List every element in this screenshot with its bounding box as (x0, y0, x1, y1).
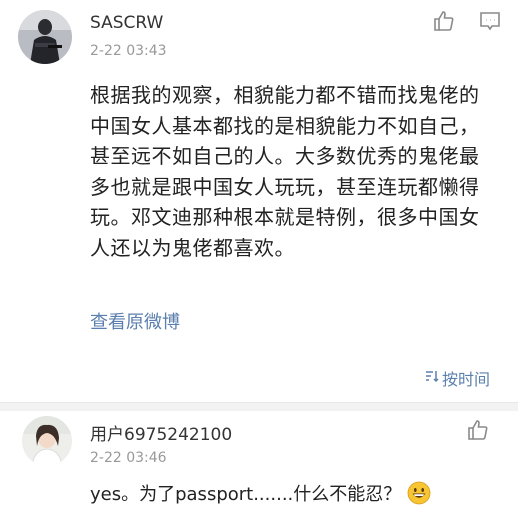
section-divider (0, 402, 518, 411)
reply-username[interactable]: 用户6975242100 (90, 420, 232, 445)
thumbs-up-icon[interactable] (430, 7, 458, 35)
comment-text: 根据我的观察，相貌能力都不错而找鬼佬的中国女人基本都找的是相貌能力不如自己，甚至… (90, 83, 480, 260)
comment-icon[interactable] (476, 7, 504, 35)
sort-icon (424, 368, 440, 388)
comment-thread: SASCRW 2-22 03:43 根据我的观察，相貌能力都不错而找鬼佬的中国女… (0, 0, 518, 520)
reply-text-row: yes。为了passport.......什么不能忍？ (90, 480, 431, 506)
view-original-link[interactable]: 查看原微博 (90, 308, 180, 334)
comment-timestamp: 2-22 03:43 (90, 43, 167, 59)
thumbs-up-icon[interactable] (464, 416, 492, 444)
avatar[interactable] (18, 10, 72, 64)
sort-button[interactable]: 按时间 (424, 366, 490, 390)
sort-label: 按时间 (441, 370, 490, 389)
reply-text: yes。为了passport.......什么不能忍？ (90, 484, 402, 505)
avatar[interactable] (22, 416, 72, 466)
grinning-face-emoji (407, 481, 431, 505)
reply-timestamp: 2-22 03:46 (90, 450, 167, 466)
comment-username[interactable]: SASCRW (90, 13, 163, 33)
